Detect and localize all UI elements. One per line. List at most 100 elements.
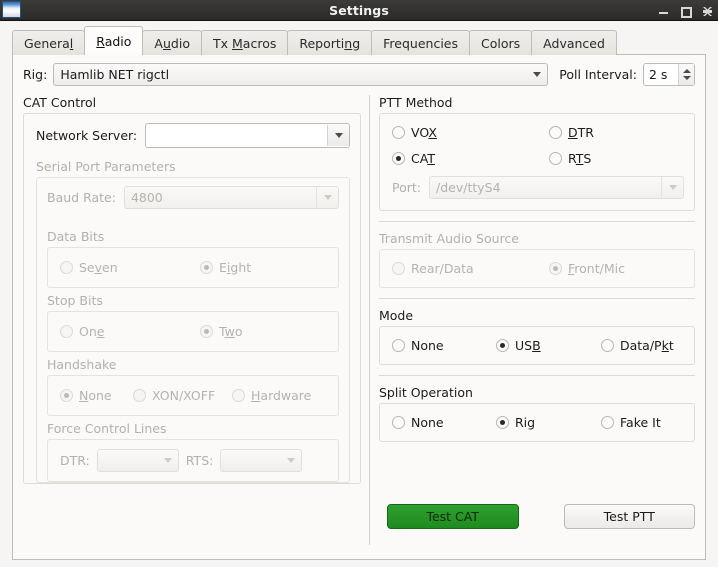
chevron-down-icon[interactable] [682,76,691,80]
tab-colors-label: Colors [481,35,521,51]
minimize-icon[interactable] [658,5,669,17]
tab-general-label: General [24,35,74,51]
ptt-port-value: /dev/ttyS4 [436,180,501,195]
force-control-lines-title: Force Control Lines [47,421,167,436]
radio-icon [392,416,405,429]
radio-ptt-dtr[interactable]: DTR [549,125,684,140]
handshake-options: None XON/XOFF Hardware [48,376,338,415]
settings-tabs: General Radio Audio Tx Macros Reporting … [0,26,718,55]
rig-select[interactable]: Hamlib NET rigctl [53,63,549,86]
radio-mode-data-pkt[interactable]: Data/Pkt [601,338,674,353]
mode-group: None USB Data/Pkt [379,326,695,365]
radio-tab-panel: Rig: Hamlib NET rigctl Poll Interval: 2 … [12,55,706,560]
radio-label: CAT [411,151,435,166]
radio-label: Front/Mic [568,261,625,276]
tab-tx-macros[interactable]: Tx Macros [200,30,289,55]
test-cat-button[interactable]: Test CAT [387,504,519,529]
window-controls [658,0,713,21]
network-server-label: Network Server: [36,128,138,143]
mode-options: None USB Data/Pkt [380,327,694,364]
radio-ptt-cat[interactable]: CAT [392,151,549,166]
dtr-select [96,449,179,472]
tab-audio[interactable]: Audio [142,30,202,55]
radio-icon [549,152,562,165]
transmit-audio-source-group: Rear/Data Front/Mic [379,249,695,288]
stepper-arrows[interactable] [678,64,694,85]
split-operation-options: None Rig Fake It [380,404,694,441]
radio-label: Two [219,324,243,339]
radio-split-fake-it[interactable]: Fake It [601,415,661,430]
chevron-down-icon[interactable] [327,125,349,146]
tab-frequencies[interactable]: Frequencies [371,30,471,55]
radio-options-pane: PTT Method VOX DTR CAT RTS Port: /dev/tt… [379,95,695,545]
radio-label: Rear/Data [411,261,474,276]
test-ptt-button[interactable]: Test PTT [563,504,695,529]
radio-icon-selected [496,416,509,429]
radio-stop-bits-one: One [60,324,200,339]
rts-select [220,449,303,472]
window-title: Settings [329,2,389,18]
pane-divider [369,95,370,545]
radio-ptt-rts[interactable]: RTS [549,151,684,166]
mode-section: Mode None USB Data/Pkt [379,308,695,365]
baud-rate-label: Baud Rate: [47,190,116,205]
radio-split-none[interactable]: None [392,415,496,430]
radio-mode-none[interactable]: None [392,338,496,353]
radio-handshake-hardware: Hardware [232,388,311,403]
mode-title: Mode [379,308,414,323]
radio-mode-usb[interactable]: USB [496,338,601,353]
radio-icon [60,325,73,338]
radio-label: RTS [568,151,592,166]
stop-bits-options: One Two [48,312,338,351]
tab-tx-macros-label: Tx Macros [212,35,277,51]
ptt-port-row: Port: /dev/ttyS4 [380,166,694,210]
chevron-down-icon [661,177,683,198]
close-icon[interactable] [702,5,713,17]
action-buttons: Test CAT Test PTT [387,504,695,529]
radio-data-bits-seven: Seven [60,260,200,275]
handshake-group: None XON/XOFF Hardware [47,375,339,416]
handshake-wrap: Handshake None XON/XOFF Hardware [37,352,349,416]
force-control-lines-row: DTR: RTS: [48,440,338,481]
ptt-port-select: /dev/ttyS4 [429,176,684,199]
radio-icon-selected [392,152,405,165]
data-bits-options: Seven Eight [48,248,338,287]
cat-control-pane: CAT Control Network Server: Serial Port … [23,95,361,545]
force-control-lines-wrap: Force Control Lines DTR: RTS: [37,416,349,482]
poll-interval-stepper[interactable]: 2 s [643,63,695,86]
tab-advanced-label: Advanced [543,35,605,51]
tab-radio[interactable]: Radio [84,26,144,55]
radio-audio-rear-data: Rear/Data [392,261,549,276]
radio-label: XON/XOFF [152,388,216,403]
tab-general[interactable]: General [12,30,86,55]
network-server-row: Network Server: [24,114,360,157]
maximize-icon[interactable] [680,5,692,18]
poll-interval-label: Poll Interval: [559,67,637,82]
ptt-method-options: VOX DTR CAT RTS [380,114,694,166]
network-server-input[interactable] [145,123,350,148]
tab-colors[interactable]: Colors [469,30,533,55]
split-operation-group: None Rig Fake It [379,403,695,442]
data-bits-group: Seven Eight [47,247,339,288]
tab-advanced[interactable]: Advanced [531,30,617,55]
radio-label: Data/Pkt [620,338,674,353]
rig-row: Rig: Hamlib NET rigctl Poll Interval: 2 … [23,63,695,86]
radio-icon [549,126,562,139]
ptt-port-label: Port: [392,180,421,195]
chevron-down-icon [281,458,301,463]
settings-window: Settings General Radio Audio Tx Macros R… [0,0,718,567]
split-operation-title: Split Operation [379,385,473,400]
tab-audio-label: Audio [154,35,190,51]
tab-reporting-label: Reporting [299,35,361,51]
tab-reporting[interactable]: Reporting [287,30,373,55]
divider [379,221,695,222]
tab-radio-label: Radio [96,33,132,49]
data-bits-title: Data Bits [47,229,105,244]
chevron-down-icon [527,64,547,85]
serial-port-parameters-wrap: Serial Port Parameters Baud Rate: 4800 D… [24,159,360,483]
chevron-up-icon[interactable] [682,69,691,73]
radio-split-rig[interactable]: Rig [496,415,601,430]
radio-ptt-vox[interactable]: VOX [392,125,549,140]
stop-bits-group: One Two [47,311,339,352]
radio-label: USB [515,338,541,353]
